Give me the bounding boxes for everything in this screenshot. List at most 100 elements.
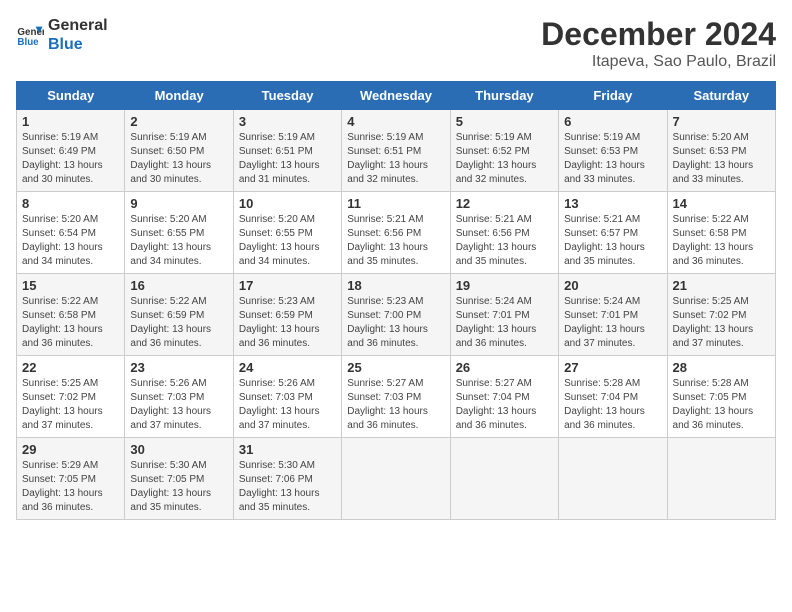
calendar-cell: 27 Sunrise: 5:28 AMSunset: 7:04 PMDayligh… [559,356,667,438]
day-info: Sunrise: 5:23 AMSunset: 7:00 PMDaylight:… [347,295,444,351]
calendar-cell [450,438,558,520]
day-info: Sunrise: 5:30 AMSunset: 7:06 PMDaylight:… [239,459,336,515]
calendar-cell: 2 Sunrise: 5:19 AMSunset: 6:50 PMDaylight… [125,110,233,192]
day-number: 7 [673,114,770,129]
calendar-cell: 6Sunrise: 5:19 AMSunset: 6:53 PMDaylight… [559,110,667,192]
calendar-cell: 10 Sunrise: 5:20 AMSunset: 6:55 PMDayligh… [233,192,341,274]
day-info: Sunrise: 5:25 AMSunset: 7:02 PMDaylight:… [22,377,119,433]
day-info: Sunrise: 5:19 AMSunset: 6:51 PMDaylight:… [239,131,336,187]
calendar-cell: 28 Sunrise: 5:28 AMSunset: 7:05 PMDayligh… [667,356,775,438]
day-info: Sunrise: 5:22 AMSunset: 6:59 PMDaylight:… [130,295,227,351]
calendar-cell: 19 Sunrise: 5:24 AMSunset: 7:01 PMDayligh… [450,274,558,356]
calendar-cell: 16 Sunrise: 5:22 AMSunset: 6:59 PMDayligh… [125,274,233,356]
calendar-cell: 12Sunrise: 5:21 AMSunset: 6:56 PMDayligh… [450,192,558,274]
calendar-cell [342,438,450,520]
calendar-cell: 5 Sunrise: 5:19 AMSunset: 6:52 PMDaylight… [450,110,558,192]
day-info: Sunrise: 5:19 AMSunset: 6:52 PMDaylight:… [456,131,553,187]
day-info: Sunrise: 5:20 AMSunset: 6:53 PMDaylight:… [673,131,770,187]
day-info: Sunrise: 5:26 AMSunset: 7:03 PMDaylight:… [239,377,336,433]
day-number: 31 [239,442,336,457]
calendar-cell: 18 Sunrise: 5:23 AMSunset: 7:00 PMDayligh… [342,274,450,356]
logo-line1: General [48,16,108,35]
calendar-cell: 15 Sunrise: 5:22 AMSunset: 6:58 PMDayligh… [17,274,125,356]
day-info: Sunrise: 5:26 AMSunset: 7:03 PMDaylight:… [130,377,227,433]
day-info: Sunrise: 5:19 AMSunset: 6:51 PMDaylight:… [347,131,444,187]
weekday-header-saturday: Saturday [667,82,775,110]
day-number: 6 [564,114,661,129]
calendar-cell: 23Sunrise: 5:26 AMSunset: 7:03 PMDayligh… [125,356,233,438]
calendar-cell: 13 Sunrise: 5:21 AMSunset: 6:57 PMDayligh… [559,192,667,274]
day-number: 5 [456,114,553,129]
day-info: Sunrise: 5:23 AMSunset: 6:59 PMDaylight:… [239,295,336,351]
day-number: 17 [239,278,336,293]
day-info: Sunrise: 5:24 AMSunset: 7:01 PMDaylight:… [564,295,661,351]
day-number: 16 [130,278,227,293]
day-number: 13 [564,196,661,211]
calendar-cell: 22 Sunrise: 5:25 AMSunset: 7:02 PMDayligh… [17,356,125,438]
day-number: 11 [347,196,444,211]
logo-line2: Blue [48,35,108,54]
day-number: 3 [239,114,336,129]
weekday-header-thursday: Thursday [450,82,558,110]
day-number: 22 [22,360,119,375]
day-info: Sunrise: 5:19 AMSunset: 6:50 PMDaylight:… [130,131,227,187]
day-info: Sunrise: 5:24 AMSunset: 7:01 PMDaylight:… [456,295,553,351]
day-info: Sunrise: 5:29 AMSunset: 7:05 PMDaylight:… [22,459,119,515]
day-number: 18 [347,278,444,293]
calendar-cell: 3 Sunrise: 5:19 AMSunset: 6:51 PMDaylight… [233,110,341,192]
calendar-cell: 14Sunrise: 5:22 AMSunset: 6:58 PMDayligh… [667,192,775,274]
day-number: 2 [130,114,227,129]
day-info: Sunrise: 5:20 AMSunset: 6:55 PMDaylight:… [130,213,227,269]
calendar-cell: 4 Sunrise: 5:19 AMSunset: 6:51 PMDaylight… [342,110,450,192]
day-number: 10 [239,196,336,211]
weekday-header-tuesday: Tuesday [233,82,341,110]
day-info: Sunrise: 5:27 AMSunset: 7:04 PMDaylight:… [456,377,553,433]
day-number: 24 [239,360,336,375]
day-number: 9 [130,196,227,211]
day-number: 15 [22,278,119,293]
day-number: 30 [130,442,227,457]
day-number: 1 [22,114,119,129]
title-area: December 2024 Itapeva, Sao Paulo, Brazil [541,16,776,71]
day-info: Sunrise: 5:27 AMSunset: 7:03 PMDaylight:… [347,377,444,433]
weekday-header-sunday: Sunday [17,82,125,110]
day-number: 20 [564,278,661,293]
subtitle: Itapeva, Sao Paulo, Brazil [541,53,776,71]
day-info: Sunrise: 5:28 AMSunset: 7:05 PMDaylight:… [673,377,770,433]
logo: General Blue General Blue [16,16,108,54]
day-info: Sunrise: 5:25 AMSunset: 7:02 PMDaylight:… [673,295,770,351]
calendar-cell [667,438,775,520]
calendar-cell: 20 Sunrise: 5:24 AMSunset: 7:01 PMDayligh… [559,274,667,356]
day-number: 4 [347,114,444,129]
day-number: 14 [673,196,770,211]
day-info: Sunrise: 5:21 AMSunset: 6:57 PMDaylight:… [564,213,661,269]
main-title: December 2024 [541,16,776,53]
day-info: Sunrise: 5:30 AMSunset: 7:05 PMDaylight:… [130,459,227,515]
calendar-cell: 1 Sunrise: 5:19 AMSunset: 6:49 PMDaylight… [17,110,125,192]
calendar-cell: 31 Sunrise: 5:30 AMSunset: 7:06 PMDayligh… [233,438,341,520]
day-number: 19 [456,278,553,293]
calendar-cell: 17 Sunrise: 5:23 AMSunset: 6:59 PMDayligh… [233,274,341,356]
day-info: Sunrise: 5:20 AMSunset: 6:55 PMDaylight:… [239,213,336,269]
day-info: Sunrise: 5:19 AMSunset: 6:49 PMDaylight:… [22,131,119,187]
calendar-cell: 9 Sunrise: 5:20 AMSunset: 6:55 PMDaylight… [125,192,233,274]
weekday-header-friday: Friday [559,82,667,110]
day-info: Sunrise: 5:22 AMSunset: 6:58 PMDaylight:… [22,295,119,351]
day-number: 27 [564,360,661,375]
calendar-cell: 25 Sunrise: 5:27 AMSunset: 7:03 PMDayligh… [342,356,450,438]
day-number: 25 [347,360,444,375]
day-info: Sunrise: 5:28 AMSunset: 7:04 PMDaylight:… [564,377,661,433]
svg-text:Blue: Blue [17,37,39,48]
day-info: Sunrise: 5:20 AMSunset: 6:54 PMDaylight:… [22,213,119,269]
logo-icon: General Blue [16,21,44,49]
header: General Blue General Blue December 2024 … [16,16,776,71]
calendar-cell: 26 Sunrise: 5:27 AMSunset: 7:04 PMDayligh… [450,356,558,438]
weekday-header-wednesday: Wednesday [342,82,450,110]
day-number: 21 [673,278,770,293]
weekday-header-monday: Monday [125,82,233,110]
calendar-cell: 7 Sunrise: 5:20 AMSunset: 6:53 PMDaylight… [667,110,775,192]
calendar-cell: 8Sunrise: 5:20 AMSunset: 6:54 PMDaylight… [17,192,125,274]
calendar-cell: 24 Sunrise: 5:26 AMSunset: 7:03 PMDayligh… [233,356,341,438]
day-number: 26 [456,360,553,375]
day-number: 28 [673,360,770,375]
